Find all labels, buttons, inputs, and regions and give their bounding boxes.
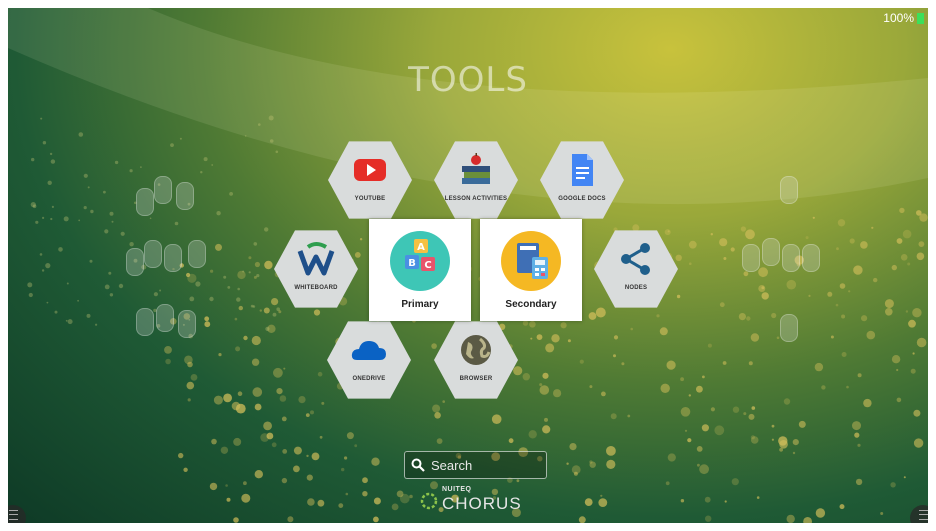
mini-tool[interactable] [136,308,154,336]
tool-label: YOUTUBE [354,196,386,202]
brand-small: NUITEQ [442,486,472,493]
svg-text:B: B [408,258,416,269]
battery-icon [917,12,924,24]
mini-tool[interactable] [188,240,206,268]
books-apple-icon [462,153,490,184]
mini-tool[interactable] [176,182,194,210]
search-placeholder: Search [431,457,473,473]
tool-label: ONEDRIVE [352,376,386,382]
mini-tool[interactable] [780,314,798,342]
tool-label: NODES [624,285,648,291]
whiteboard-icon [297,242,335,276]
mini-tool[interactable] [156,304,174,332]
cloud-icon [351,341,386,360]
share-nodes-icon [621,243,650,275]
mini-tool[interactable] [144,240,162,268]
search-box[interactable]: Search [404,451,547,479]
svg-text:A: A [417,242,425,253]
mini-tool[interactable] [782,244,800,272]
brand-logo: NUITEQ CHORUS [420,486,522,514]
document-icon [572,154,593,186]
svg-text:C: C [424,260,431,271]
menu-icon [8,510,18,520]
card-secondary[interactable]: Secondary [480,219,582,321]
mini-tool[interactable] [742,244,760,272]
app-screen: 100% TOOLS YOUTUBE LESSON ACTIVITIES GOO… [8,8,928,523]
page-title: TOOLS [408,60,528,100]
chorus-logo-icon [420,492,438,510]
card-label: Secondary [505,299,557,310]
brand-name: CHORUS [442,494,522,513]
battery-indicator: 100% [883,11,924,25]
mini-tool[interactable] [136,188,154,216]
mini-tool[interactable] [164,244,182,272]
card-primary[interactable]: A B C Primary [369,219,471,321]
tool-label: GOOGLE DOCS [558,196,606,202]
mini-tool[interactable] [780,176,798,204]
notebook-calculator-icon [501,231,561,291]
battery-text: 100% [883,11,914,25]
mini-tool[interactable] [154,176,172,204]
mini-tool[interactable] [762,238,780,266]
tool-label: BROWSER [459,376,493,382]
mini-tool[interactable] [802,244,820,272]
youtube-icon [354,159,386,181]
abc-blocks-icon: A B C [390,231,450,291]
mini-tool[interactable] [126,248,144,276]
search-icon [411,458,425,472]
menu-icon [918,510,928,520]
mini-tool[interactable] [178,310,196,338]
card-label: Primary [401,299,439,310]
tool-label: WHITEBOARD [294,285,338,291]
tool-label: LESSON ACTIVITIES [444,196,508,202]
globe-icon [461,335,491,365]
